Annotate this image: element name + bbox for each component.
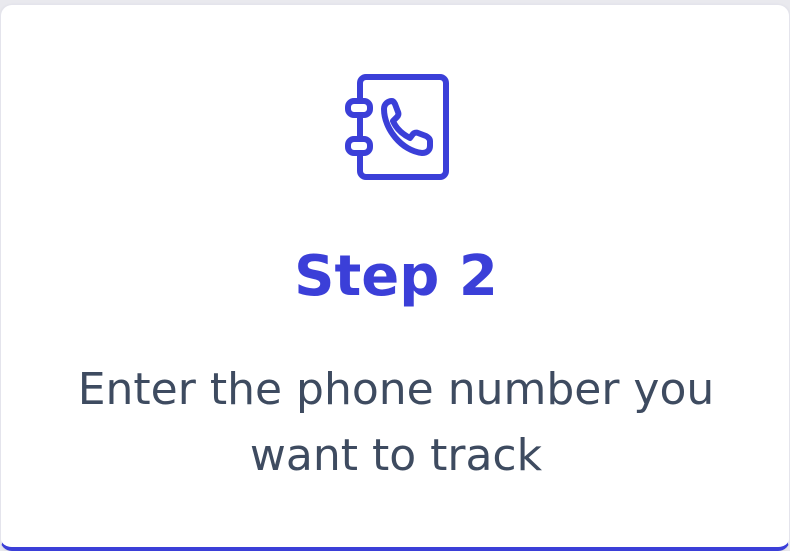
step-description: Enter the phone number you want to track xyxy=(77,364,715,481)
step-card: Step 2 Enter the phone number you want t… xyxy=(0,4,790,551)
phone-book-icon xyxy=(344,71,452,183)
step-title: Step 2 xyxy=(294,244,498,309)
